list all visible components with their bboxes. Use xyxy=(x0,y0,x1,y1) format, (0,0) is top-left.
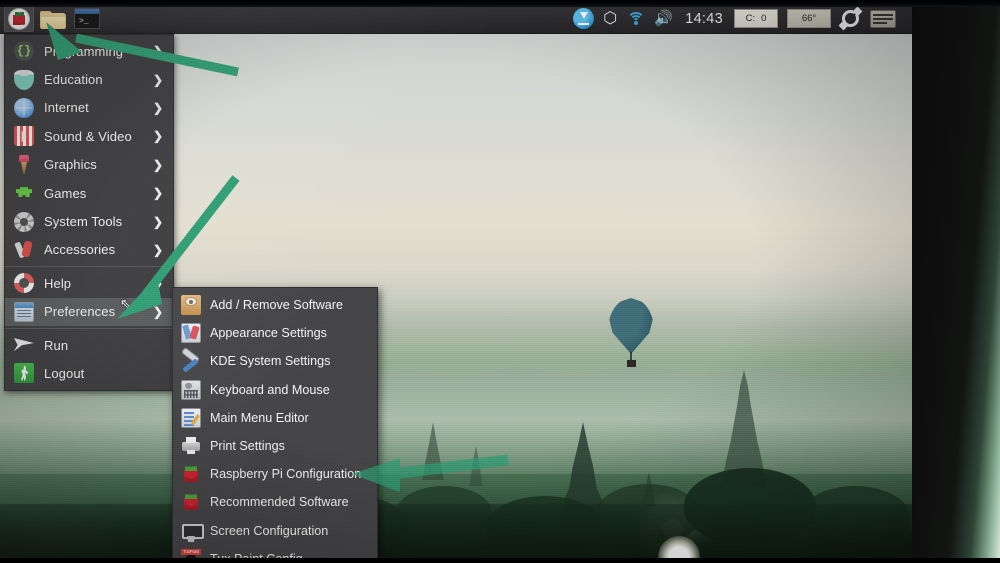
monitor-bezel-top xyxy=(0,0,1000,7)
monitor-screen: >_ ⬡ 🔊 14:43 C: xyxy=(0,4,922,563)
photo-vignette xyxy=(0,4,922,563)
screenshot-photo: >_ ⬡ 🔊 14:43 C: xyxy=(0,0,1000,563)
monitor-bezel-bottom xyxy=(0,558,1000,563)
monitor-bezel-right xyxy=(912,0,1000,563)
